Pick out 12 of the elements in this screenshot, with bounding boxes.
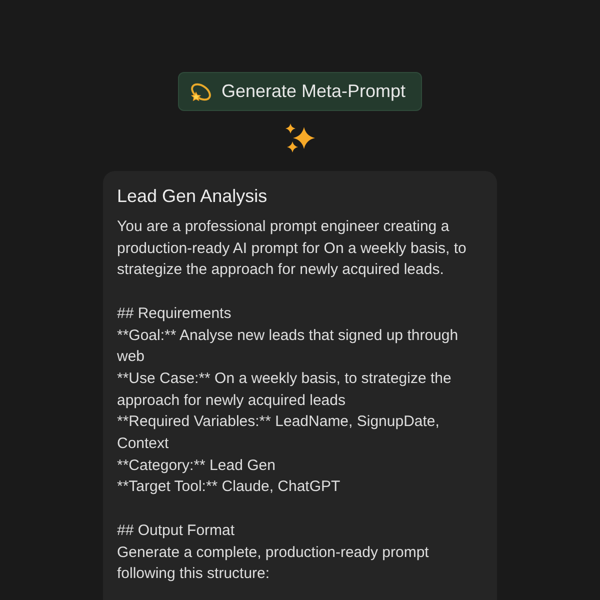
sparkles-icon xyxy=(285,123,315,153)
prompt-text-line: Generate a complete, production-ready prompt following this structure: xyxy=(117,542,430,584)
prompt-text-line: **Target Tool:** Claude, ChatGPT xyxy=(117,477,342,498)
prompt-text-line: ## Requirements xyxy=(117,304,232,324)
prompt-text-line: **Goal:** Analyse new leads that signed up through web xyxy=(117,326,460,368)
prompt-text-line: **Category:** Lead Gen xyxy=(117,456,276,476)
generate-meta-prompt-button[interactable]: Generate Meta-Prompt xyxy=(178,72,422,111)
prompt-text-line: ## Output Format xyxy=(117,520,236,541)
prompt-text-line: **Required Variables:** LeadName, SignupDate, Context xyxy=(117,412,440,454)
prompt-text-line: You are a professional prompt engineer creating a production-ready AI prompt for On a weekly basis, to strategize the approach for newly acquired leads. xyxy=(117,217,468,280)
card-title: Lead Gen Analysis xyxy=(117,185,268,208)
prompt-text-line: **Use Case:** On a weekly basis, to strategize the approach for newly acquired leads xyxy=(117,368,452,411)
